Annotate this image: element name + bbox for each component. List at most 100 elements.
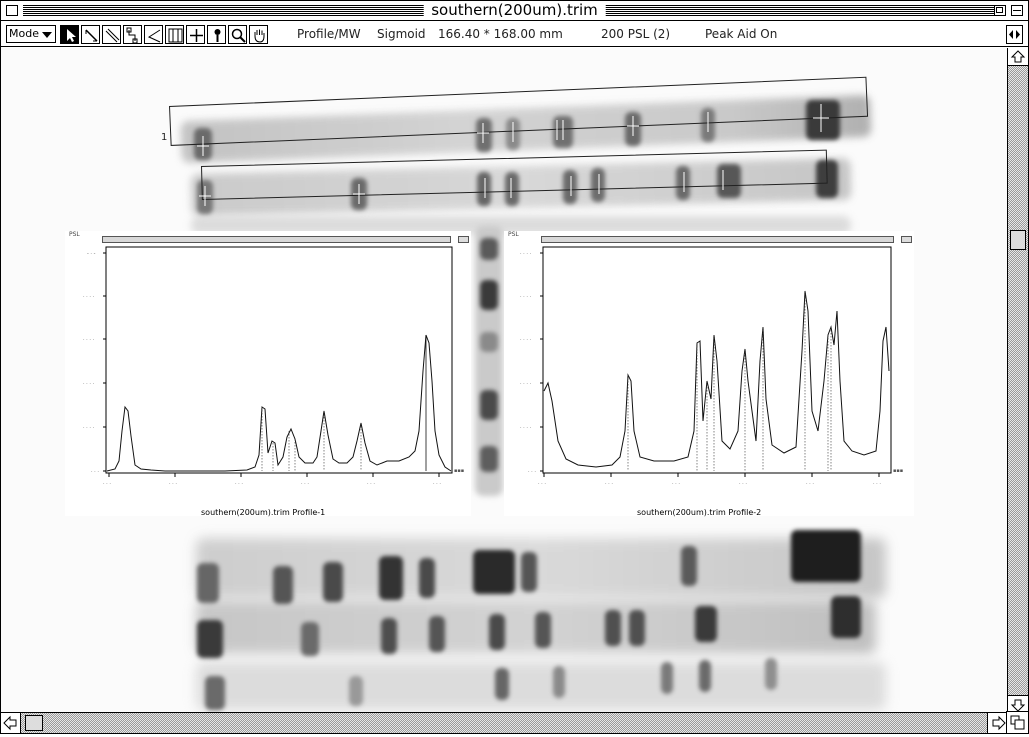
gel-band (489, 614, 505, 650)
gel-band (323, 562, 343, 602)
gel-band (197, 563, 219, 603)
gel-image-canvas[interactable]: 1 PSL - · - · · · · · · · · · · · · · · … (1, 48, 1007, 713)
svg-text:· · ·: · · · (672, 481, 680, 487)
gel-band (301, 622, 319, 656)
gel-band (480, 238, 498, 260)
lane-tool-icon[interactable] (165, 25, 184, 44)
svg-text:· · · ·: · · · · (520, 294, 532, 300)
svg-text:· · ·: · · · (739, 481, 747, 487)
svg-text:▪▪▪: ▪▪▪ (893, 468, 903, 474)
gel-band (473, 550, 515, 594)
gel-band (791, 530, 861, 582)
diagonal-line-tool-icon[interactable] (102, 25, 121, 44)
gel-band (629, 610, 645, 646)
gel-band (661, 662, 673, 694)
dropdown-triangle-icon (42, 32, 52, 38)
plot-caption-1: southern(200um).trim Profile-1 (201, 508, 326, 517)
gel-band (273, 566, 293, 604)
gel-band (681, 546, 697, 586)
gel-band (419, 558, 435, 598)
svg-text:· · · ·: · · · · (83, 425, 95, 431)
title-bar[interactable]: southern(200um).trim (1, 1, 1028, 21)
mode-dropdown[interactable]: Mode (6, 25, 56, 43)
resize-grow-box-icon[interactable] (1006, 711, 1028, 733)
profile-curve-1: - · -· · · ·· · · · · · · ·· · · ·· · · … (83, 246, 464, 487)
zoom-box-icon[interactable] (994, 5, 1006, 16)
mode-label: Mode (9, 27, 39, 40)
profile-plot-1[interactable]: PSL - · - · · · · · · · · · · · · · · · · · … (65, 231, 471, 516)
vertical-scrollbar[interactable] (1007, 48, 1028, 713)
peak-aid-label: Peak Aid On (705, 27, 778, 41)
svg-text:- · -: - · - (87, 251, 96, 257)
svg-text:· · ·: · · · (367, 481, 375, 487)
gel-band (553, 666, 565, 698)
svg-text:· · ·: · · · (103, 481, 111, 487)
gel-band (379, 556, 403, 600)
profile-plot-2[interactable]: PSL · · · · · · · · · · · · · · · · · · · ·… (504, 231, 914, 516)
peak-markers-overlay (197, 104, 829, 206)
svg-text:· · ·: · · · (528, 469, 536, 475)
vertical-scroll-thumb[interactable] (1010, 230, 1026, 250)
gel-band (480, 332, 498, 352)
plot-caption-2: southern(200um).trim Profile-2 (637, 508, 762, 517)
svg-text:· · · ·: · · · · (83, 294, 95, 300)
crosshair-tool-icon[interactable] (186, 25, 205, 44)
profile-curve-2: · · · · · · · · · · · · · · · · · · · · · · … (520, 246, 903, 487)
gel-band (429, 616, 445, 652)
svg-text:· · ·: · · · (301, 481, 309, 487)
gel-band (695, 606, 717, 642)
gel-band (349, 676, 363, 706)
magnifier-tool-icon[interactable] (228, 25, 247, 44)
svg-text:· · · ·: · · · · (83, 337, 95, 343)
svg-text:· · ·: · · · (91, 469, 99, 475)
gel-band (831, 596, 861, 638)
svg-text:· · · ·: · · · · (83, 381, 95, 387)
svg-text:· · ·: · · · (605, 481, 613, 487)
gel-band (521, 552, 537, 592)
gel-band (197, 620, 223, 658)
gel-band (535, 612, 551, 648)
svg-text:· · ·: · · · (169, 481, 177, 487)
pin-tool-icon[interactable] (207, 25, 226, 44)
toolbar: Mode Profile/MW Sigmoid 166.40 * 168.00 … (1, 22, 1028, 47)
svg-text:· · · ·: · · · · (520, 381, 532, 387)
gel-band (699, 660, 711, 692)
svg-text:· · ·: · · · (235, 481, 243, 487)
svg-text:· · · ·: · · · · (520, 251, 532, 257)
app-window: southern(200um).trim Mode Profile/MW Sig… (0, 0, 1029, 734)
gel-band (495, 668, 509, 700)
scroll-left-arrow-icon[interactable] (1, 713, 21, 733)
scroll-right-arrow-icon[interactable] (987, 713, 1007, 733)
sigmoid-label: Sigmoid (377, 27, 426, 41)
hand-tool-icon[interactable] (249, 25, 268, 44)
gel-band (605, 610, 621, 646)
gel-band (480, 446, 498, 472)
scroll-up-arrow-icon[interactable] (1008, 48, 1028, 66)
svg-text:· · · ·: · · · · (520, 337, 532, 343)
svg-text:· · ·: · · · (873, 481, 881, 487)
window-title: southern(200um).trim (423, 2, 606, 19)
gel-lane (196, 538, 886, 598)
gel-band (205, 676, 225, 710)
svg-text:· · ·: · · · (433, 481, 441, 487)
horizontal-scrollbar[interactable] (1, 712, 1007, 733)
horizontal-scroll-thumb[interactable] (25, 715, 43, 731)
svg-text:· · ·: · · · (806, 481, 814, 487)
gel-band (480, 280, 498, 310)
toolbar-expand-icon[interactable] (1006, 25, 1023, 44)
gel-lane (196, 662, 886, 710)
arrow-tool-icon[interactable] (60, 25, 79, 44)
psl-readout: 200 PSL (2) (601, 27, 671, 41)
line-tool-icon[interactable] (81, 25, 100, 44)
close-box-icon[interactable] (6, 5, 18, 16)
gel-band (765, 658, 777, 690)
dimensions-readout: 166.40 * 168.00 mm (438, 27, 563, 41)
collapse-box-icon[interactable] (1011, 5, 1023, 16)
profile-mw-label: Profile/MW (297, 27, 361, 41)
gel-band (480, 390, 498, 420)
gel-band (381, 618, 397, 654)
svg-text:· · ·: · · · (538, 481, 546, 487)
polyline-tool-icon[interactable] (123, 25, 142, 44)
angle-tool-icon[interactable] (144, 25, 163, 44)
svg-text:▪▪▪: ▪▪▪ (454, 468, 464, 474)
